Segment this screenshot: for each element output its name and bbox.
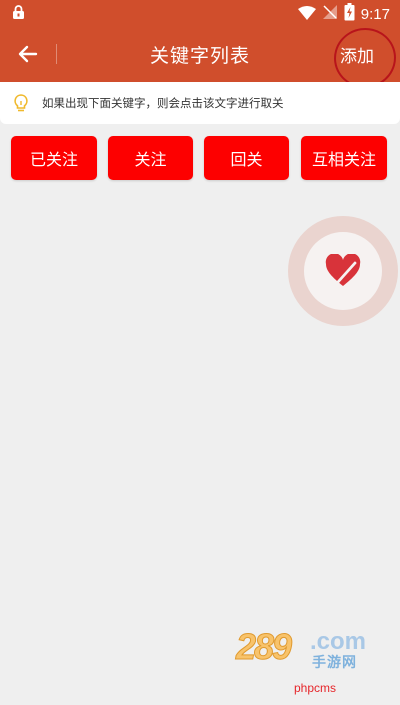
followed-button[interactable]: 已关注 xyxy=(11,136,97,180)
no-signal-icon xyxy=(322,4,338,24)
watermark-caption: phpcms xyxy=(294,681,337,695)
mutual-follow-button[interactable]: 互相关注 xyxy=(301,136,387,180)
wifi-icon xyxy=(297,5,316,24)
tip-text: 如果出现下面关键字，则会点击该文字进行取关 xyxy=(42,96,284,110)
follow-back-button[interactable]: 回关 xyxy=(204,136,289,180)
tip-bar: 如果出现下面关键字，则会点击该文字进行取关 xyxy=(0,82,400,124)
watermark-logo: 289 .com 手游网 xyxy=(235,626,381,672)
floating-action-button[interactable] xyxy=(288,216,398,326)
follow-button[interactable]: 关注 xyxy=(108,136,193,180)
heart-slash-icon xyxy=(325,253,361,292)
watermark-digits: 289 xyxy=(235,626,292,668)
filter-button-row: 已关注 关注 回关 互相关注 xyxy=(0,136,400,182)
status-bar: 9:17 xyxy=(0,0,400,26)
floating-button-inner xyxy=(304,232,382,310)
watermark-subtitle: 手游网 xyxy=(312,655,357,671)
status-time: 9:17 xyxy=(360,5,390,23)
lightbulb-icon xyxy=(12,93,30,117)
lock-icon xyxy=(12,5,25,24)
battery-charging-icon xyxy=(344,3,355,25)
